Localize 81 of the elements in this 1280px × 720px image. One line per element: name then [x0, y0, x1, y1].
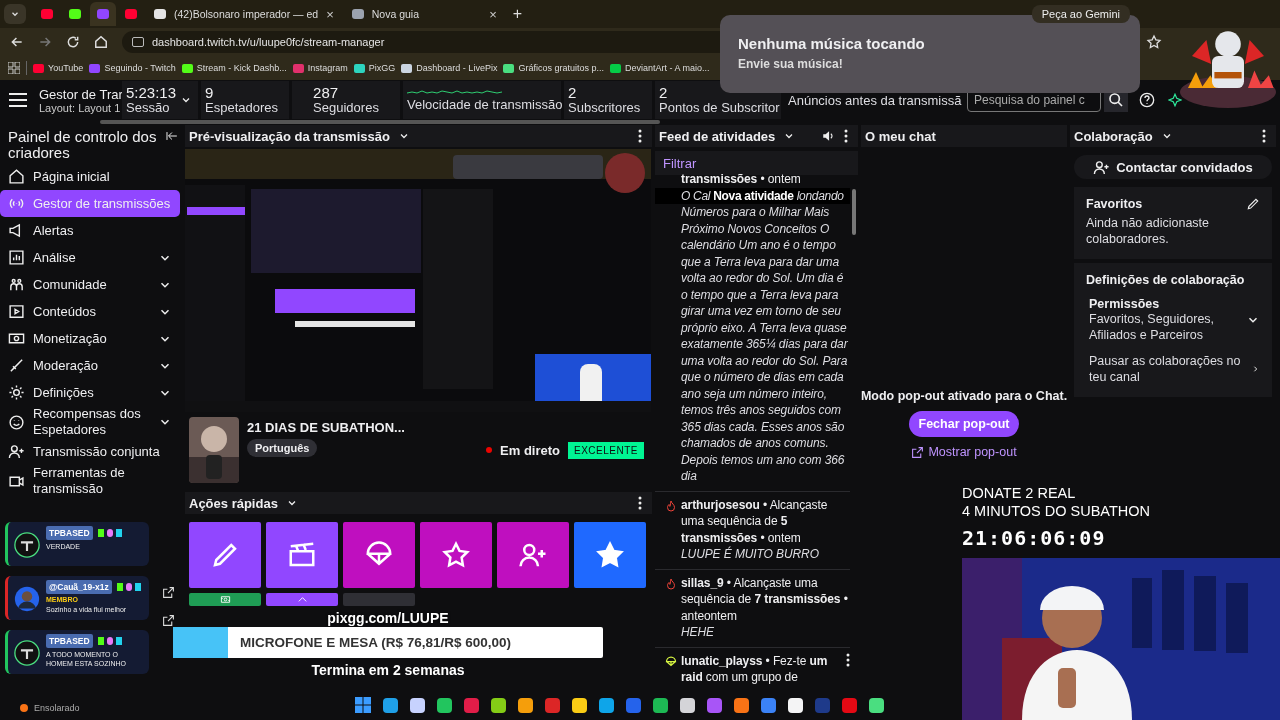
sidebar-item[interactable]: Conteúdos [0, 298, 180, 325]
card-title: Definições de colaboração [1086, 273, 1246, 287]
stat-label: Espetadores [205, 101, 278, 115]
sidebar-item[interactable]: Alertas [0, 217, 180, 244]
activity-text: arthurjosesou • Alcançaste uma sequência de 5 transmissões • ontem [681, 496, 829, 546]
close-icon[interactable]: × [326, 6, 334, 22]
donate-text: 4 MINUTOS DO SUBATHON [962, 502, 1150, 520]
panel-title: Ações rápidas [189, 495, 278, 511]
close-popout-button[interactable]: Fechar pop-out [908, 411, 1020, 437]
donate-text: DONATE 2 REAL [962, 484, 1077, 502]
gemini-button[interactable]: Peça ao Gemini [1031, 5, 1130, 23]
chat-notice: Modo pop-out ativado para o Chat. [861, 389, 1067, 403]
bookmark[interactable]: PixGG [353, 63, 396, 73]
activity-message: HEHE [681, 624, 715, 641]
show-popout-link[interactable]: Mostrar pop-out [911, 445, 1017, 459]
bookmark[interactable]: Seguindo - Twitch [89, 63, 176, 73]
panel-title: Colaboração [1074, 128, 1153, 144]
close-icon[interactable]: × [489, 6, 497, 22]
filter-link[interactable]: Filtrar [663, 155, 697, 171]
username-tag: TPBASED [46, 634, 93, 648]
setting-value: Favoritos, Seguidores, Afiliados e Parceiros [1089, 311, 1216, 343]
sidebar-item[interactable]: Moderação [0, 352, 180, 379]
stat-value: 2 [659, 85, 669, 102]
stat-label: Velocidade de transmissão [407, 96, 563, 112]
sidebar-item[interactable]: Definições [0, 379, 180, 406]
sidebar-title: Painel de controlo dos criadores [8, 129, 158, 161]
sidebar-item[interactable]: Transmissão conjunta [0, 438, 180, 465]
tooltip-text: Nova atividade [713, 187, 794, 204]
card-title: Favoritos [1086, 197, 1143, 211]
stat-label: Sessão [126, 101, 171, 115]
quality-badge: EXCELENTE [568, 441, 644, 459]
browser-tab[interactable]: Nova guia × [343, 2, 505, 26]
sidebar-item[interactable]: Comunidade [0, 271, 180, 298]
panel-title: Pré-visualização da transmissão [189, 128, 390, 144]
username-tag: @Cauã_19-x1z [46, 580, 112, 594]
countdown-timer: 21:06:06:09 [962, 529, 1107, 547]
activity-text: sillas_9 • Alcançaste uma sequência de 7 transmissões • anteontem [681, 574, 849, 624]
stat-value: 2 [568, 85, 578, 102]
bookmark[interactable]: Stream - Kick Dashb... [181, 63, 287, 73]
panel-title: Feed de atividades [659, 128, 776, 144]
stat-label: Subscritores [568, 101, 641, 115]
empty-message: Ainda não adicionaste colaboradores. [1086, 215, 1210, 247]
sidebar-item[interactable]: Recompensas dos Espetadores [0, 406, 180, 438]
goal-label: MICROFONE E MESA (R$ 76,81/R$ 600,00) [240, 635, 512, 650]
sidebar-item[interactable]: Página inicial [0, 163, 180, 190]
activity-text: lunatic_playss • Fez-te um raid com um grupo de [681, 652, 829, 686]
stat-value: 5:23:13 [126, 85, 177, 102]
stat-label: Anúncios antes da transmissã [788, 92, 962, 108]
contact-guests-button[interactable]: Contactar convidados [1074, 155, 1272, 179]
notification-title: Nenhuma música tocando [738, 35, 925, 52]
sidebar-item[interactable]: Gestor de transmissões [0, 190, 180, 217]
new-tab-button[interactable]: + [512, 5, 523, 23]
setting-link[interactable]: Pausar as colaborações no teu canal [1089, 353, 1245, 385]
stat-value: 9 [205, 85, 215, 102]
sidebar-item[interactable]: Análise [0, 244, 180, 271]
browser-tab[interactable]: (42)Bolsonaro imperador — ed × [146, 2, 342, 26]
sidebar-item[interactable]: Ferramentas de transmissão [0, 465, 180, 497]
activity-message: Números para o Milhar Mais Próximo Novos Conceitos O calendário Um ano é o tempo que a Terra leva para dar uma volta ao redor do Sol. Um dia é o tempo que a Terra leva para girar uma vez em torno de seu próprio eixo. A Terra leva quase exatamente 365¼ dias para dar uma volta ao redor do Sol. Para que o número de dias em cada ano seja um número inteiro, temos três anos seguidos com 365 dias cada. Esses anos são chamados de anos comuns. Depois temos um ano com 366 dia [681, 204, 849, 485]
weather-label: Ensolarado [34, 703, 80, 713]
language-tag[interactable]: Português [247, 439, 318, 457]
bookmark[interactable]: Instagram [292, 63, 348, 73]
panel-title: O meu chat [865, 128, 936, 144]
bookmark[interactable]: Gráficos gratuitos p... [503, 63, 604, 73]
layout-label: Layout: Layout 1 [39, 101, 119, 114]
sidebar-item[interactable]: Monetização [0, 325, 180, 352]
stream-title: 21 DIAS DE SUBATHON... [247, 420, 405, 435]
stat-value: 287 [313, 85, 340, 102]
stat-label: Pontos de Subscritor [659, 101, 780, 115]
bookmark[interactable]: DeviantArt - A maio... [609, 63, 710, 73]
activity-message: LUUPE É MUITO BURRO [681, 546, 820, 563]
setting-label: Permissões [1089, 297, 1161, 311]
goal-deadline: Termina em 2 semanas [311, 662, 465, 678]
live-status: Em direto [500, 442, 561, 458]
activity-message: O Cal [681, 187, 711, 204]
notification-subtitle: Envie sua música! [738, 57, 843, 71]
username-tag: TPBASED [46, 526, 93, 540]
bookmark[interactable]: Dashboard - LivePix [401, 63, 498, 73]
activity-message: londando [796, 187, 844, 204]
bookmark[interactable]: YouTube [33, 63, 84, 73]
stat-label: Seguidores [313, 101, 379, 115]
activity-text: transmissões • ontem [681, 171, 802, 188]
